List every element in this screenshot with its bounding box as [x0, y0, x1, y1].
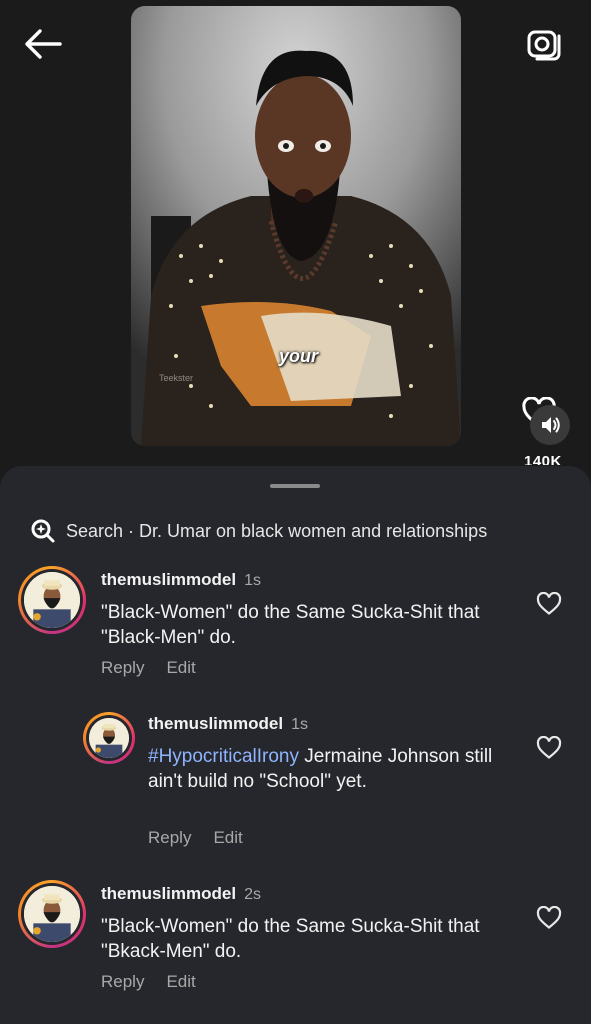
comment-search-suggestion[interactable]: Search · Dr. Umar on black women and rel… [30, 518, 487, 544]
avatar-illustration [24, 886, 80, 942]
comment: themuslimmodel 1s "Black-Women" do the Sa… [0, 566, 591, 686]
video-player[interactable]: your Teekster [131, 6, 461, 446]
hashtag-link[interactable]: #HypocriticalIrony [148, 746, 299, 767]
heart-icon[interactable] [536, 736, 562, 760]
avatar-illustration [24, 572, 80, 628]
back-button[interactable] [22, 26, 64, 62]
side-actions: 140K [520, 395, 574, 470]
camera-button[interactable] [525, 24, 563, 62]
comment-actions: Reply Edit [101, 972, 196, 992]
comment-text: #HypocriticalIrony Jermaine Johnson stil… [148, 744, 508, 794]
search-icon [31, 519, 55, 543]
drag-handle[interactable] [270, 484, 320, 488]
back-arrow-icon [25, 29, 62, 59]
edit-button[interactable]: Edit [166, 658, 195, 677]
comment-header: themuslimmodel 2s [101, 884, 261, 904]
reply-button[interactable]: Reply [101, 972, 144, 991]
username[interactable]: themuslimmodel [101, 884, 236, 903]
comments-sheet: Search · Dr. Umar on black women and rel… [0, 466, 591, 1024]
speaker-icon [542, 417, 560, 433]
heart-icon[interactable] [536, 906, 562, 930]
username[interactable]: themuslimmodel [148, 714, 283, 733]
reply-button[interactable]: Reply [101, 658, 144, 677]
avatar[interactable] [18, 880, 86, 948]
edit-button[interactable]: Edit [166, 972, 195, 991]
video-caption: your [279, 346, 319, 366]
video-watermark: Teekster [159, 373, 194, 383]
camera-icon [527, 30, 561, 61]
comment-time: 2s [244, 886, 261, 903]
comment-time: 1s [244, 572, 261, 589]
edit-button[interactable]: Edit [213, 828, 242, 847]
reply-button[interactable]: Reply [148, 828, 191, 847]
mute-button[interactable] [530, 405, 570, 445]
search-suggestion-label: Search · Dr. Umar on black women and rel… [66, 520, 488, 541]
comment-header: themuslimmodel 1s [101, 570, 261, 590]
comment-time: 1s [291, 716, 308, 733]
avatar-illustration [89, 718, 129, 758]
reel-viewer: your Teekster 140K [0, 0, 591, 470]
comment: themuslimmodel 2s "Black-Women" do the Sa… [0, 880, 591, 1010]
heart-icon[interactable] [536, 592, 562, 616]
avatar[interactable] [18, 566, 86, 634]
avatar[interactable] [83, 712, 135, 764]
comment-text: "Black-Women" do the Same Sucka-Shit tha… [101, 916, 480, 962]
username[interactable]: themuslimmodel [101, 570, 236, 589]
comment-actions: Reply Edit [148, 828, 243, 848]
like-count: 140K [524, 453, 562, 465]
comment-text: "Black-Women" do the Same Sucka-Shit tha… [101, 602, 480, 648]
comment-actions: Reply Edit [101, 658, 196, 678]
reply-comment: themuslimmodel 1s #HypocriticalIrony Jerm… [0, 712, 591, 862]
comment-header: themuslimmodel 1s [148, 714, 308, 734]
